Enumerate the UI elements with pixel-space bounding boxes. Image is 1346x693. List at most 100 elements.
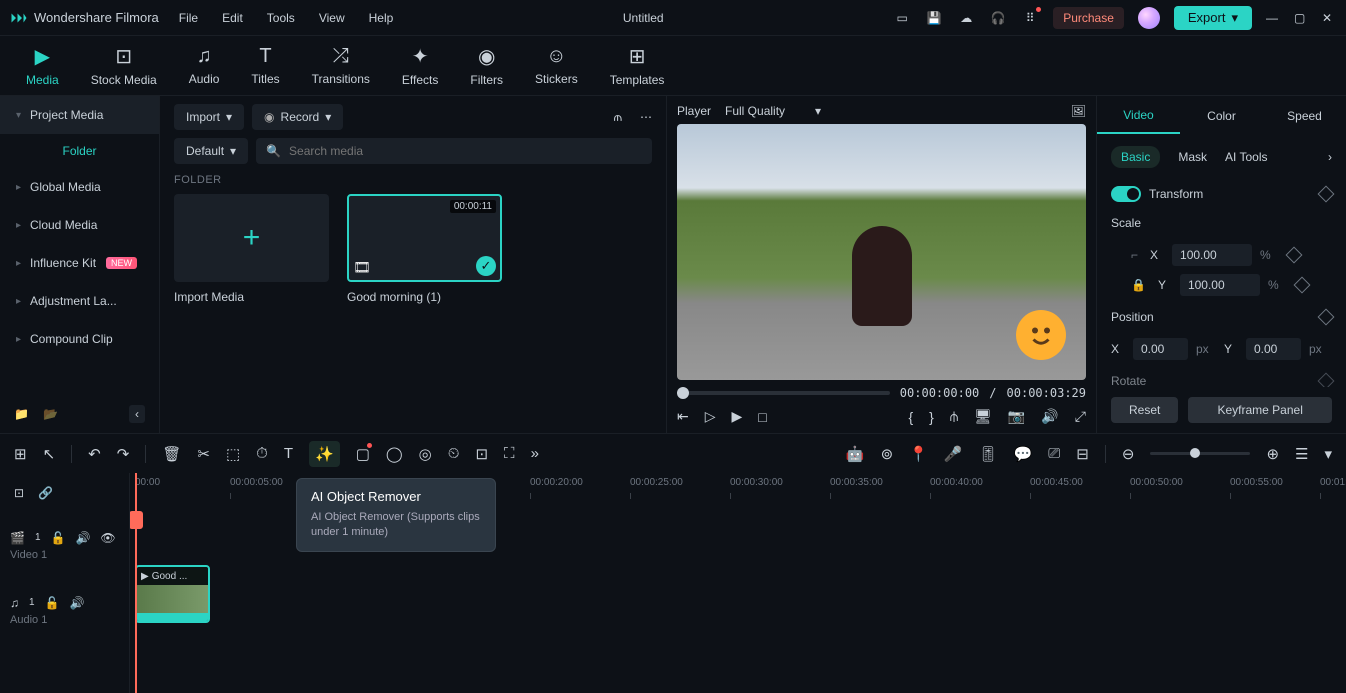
pos-x-input[interactable]	[1133, 338, 1188, 360]
sort-dropdown[interactable]: Default▾	[174, 138, 248, 164]
link-icon[interactable]: ⌐	[1131, 248, 1138, 262]
apps-icon[interactable]: ⠿	[1021, 9, 1039, 27]
display-icon[interactable]: 🖥	[974, 408, 992, 425]
tab-titles[interactable]: TTitles	[245, 41, 285, 90]
quality-dropdown[interactable]: Full Quality▾	[725, 104, 821, 118]
transform-toggle[interactable]	[1111, 186, 1141, 202]
tab-transitions[interactable]: ⤮Transitions	[306, 41, 376, 90]
menu-view[interactable]: View	[319, 11, 345, 25]
menu-edit[interactable]: Edit	[222, 11, 243, 25]
tab-filters[interactable]: ◉Filters	[464, 40, 509, 91]
purchase-button[interactable]: Purchase	[1053, 7, 1124, 29]
track1-icon[interactable]: ◯	[386, 445, 403, 463]
lock-icon[interactable]: 🔒	[1131, 278, 1146, 292]
fit-icon[interactable]: ⛶	[504, 445, 515, 462]
crop-icon[interactable]: ⬚	[226, 445, 240, 463]
tab-stock-media[interactable]: ⊡Stock Media	[85, 40, 163, 91]
track2-icon[interactable]: ◎	[419, 445, 432, 463]
keyframe-diamond-icon[interactable]	[1293, 277, 1310, 294]
close-icon[interactable]: ✕	[1322, 11, 1336, 25]
cursor-icon[interactable]: ↖	[43, 445, 56, 463]
sidebar-cloud-media[interactable]: ▸Cloud Media	[0, 206, 159, 244]
speed-icon[interactable]: ⏱	[256, 445, 268, 462]
marker-icon[interactable]: 📍	[909, 445, 928, 463]
maximize-icon[interactable]: ▢	[1294, 11, 1308, 25]
mixer-icon[interactable]: 🎚	[979, 445, 998, 463]
play-icon[interactable]: ▷	[705, 408, 716, 425]
text-icon[interactable]: T	[284, 445, 293, 462]
cloud-icon[interactable]: ☁	[957, 9, 975, 27]
headphones-icon[interactable]: 🎧	[989, 9, 1007, 27]
record-dropdown[interactable]: ◉Record▾	[252, 104, 343, 130]
prop-sub-mask[interactable]: Mask	[1178, 150, 1207, 164]
timeline-view-icon[interactable]: ☰	[1295, 445, 1308, 463]
export-button[interactable]: Export▾	[1174, 6, 1252, 30]
keyframe-diamond-icon[interactable]	[1318, 186, 1335, 203]
playback-slider[interactable]	[677, 391, 890, 395]
markers-icon[interactable]: ⫛	[950, 408, 958, 425]
eye-icon[interactable]: 👁	[100, 531, 115, 545]
import-dropdown[interactable]: Import▾	[174, 104, 244, 130]
prop-tab-color[interactable]: Color	[1180, 99, 1263, 133]
collapse-sidebar-icon[interactable]: ‹	[129, 405, 145, 423]
filter-icon[interactable]: ⫙	[614, 110, 622, 125]
mute-icon[interactable]: 🔊	[70, 596, 85, 610]
prop-sub-ai-tools[interactable]: AI Tools	[1225, 150, 1267, 164]
scale-x-input[interactable]	[1172, 244, 1252, 266]
zoom-out-icon[interactable]: ⊖	[1122, 445, 1135, 463]
zoom-slider[interactable]	[1150, 452, 1250, 455]
snapshot-icon[interactable]: 🖼	[1071, 104, 1086, 118]
timeline-options-icon[interactable]: ⊡	[14, 486, 24, 500]
sidebar-influence-kit[interactable]: ▸Influence KitNEW	[0, 244, 159, 282]
play-forward-icon[interactable]: ▶	[732, 408, 743, 425]
track3-icon[interactable]: ⊡	[475, 445, 488, 463]
sidebar-global-media[interactable]: ▸Global Media	[0, 168, 159, 206]
tab-media[interactable]: ▶Media	[20, 40, 65, 91]
minimize-icon[interactable]: —	[1266, 11, 1280, 25]
layout-icon[interactable]: ⊞	[14, 445, 27, 463]
volume-icon[interactable]: 🔊	[1041, 408, 1058, 425]
playhead[interactable]	[135, 473, 137, 693]
sidebar-compound-clip[interactable]: ▸Compound Clip	[0, 320, 159, 358]
undo-icon[interactable]: ↶	[88, 445, 101, 463]
prop-tab-video[interactable]: Video	[1097, 98, 1180, 134]
audio-track-header[interactable]: ♫1 🔓 🔊 Audio 1	[0, 578, 129, 643]
new-folder-icon[interactable]: 📁	[14, 407, 29, 421]
stop-icon[interactable]: □	[758, 409, 766, 425]
mark-out-icon[interactable]: }	[929, 409, 934, 425]
split-icon[interactable]: ✂	[197, 445, 210, 463]
delete-icon[interactable]: 🗑	[162, 445, 181, 463]
mute-icon[interactable]: 🔊	[75, 531, 90, 545]
chevron-right-icon[interactable]: ›	[1328, 150, 1332, 164]
timeline-settings-icon[interactable]: ▾	[1324, 445, 1332, 463]
prop-sub-basic[interactable]: Basic	[1111, 146, 1160, 168]
fullscreen-icon[interactable]: ⤢	[1075, 408, 1086, 425]
frame-icon[interactable]: ▢	[356, 445, 370, 463]
tab-stickers[interactable]: ☺Stickers	[529, 41, 584, 90]
keyframe-panel-button[interactable]: Keyframe Panel	[1188, 397, 1332, 423]
audio-track-lane[interactable]	[130, 628, 1346, 693]
redo-icon[interactable]: ↷	[117, 445, 130, 463]
search-media[interactable]: 🔍	[256, 138, 652, 164]
scale-y-input[interactable]	[1180, 274, 1260, 296]
save-icon[interactable]: 💾	[925, 9, 943, 27]
menu-tools[interactable]: Tools	[267, 11, 295, 25]
subtitle-icon[interactable]: 💬	[1014, 445, 1033, 463]
camera-icon[interactable]: 📷	[1008, 408, 1025, 425]
sidebar-adjustment-layer[interactable]: ▸Adjustment La...	[0, 282, 159, 320]
zoom-in-icon[interactable]: ⊕	[1266, 445, 1279, 463]
video-track-header[interactable]: 🎬1 🔓 🔊 👁 Video 1	[0, 513, 129, 578]
menu-help[interactable]: Help	[369, 11, 394, 25]
tab-templates[interactable]: ⊞Templates	[604, 40, 671, 91]
tool1-icon[interactable]: ⊚	[881, 445, 894, 463]
tab-audio[interactable]: ♫Audio	[183, 41, 226, 90]
keyframe-diamond-icon[interactable]	[1286, 247, 1303, 264]
mic-icon[interactable]: 🎤	[944, 445, 963, 463]
search-input[interactable]	[289, 144, 642, 158]
more-icon[interactable]: »	[531, 445, 539, 462]
new-bin-icon[interactable]: 📂	[43, 407, 58, 421]
sidebar-project-media[interactable]: ▾Project Media	[0, 96, 159, 134]
link-icon[interactable]: 🔗	[38, 486, 53, 500]
preview-viewport[interactable]	[677, 124, 1086, 380]
media-clip[interactable]: 00:00:11 🎞 ✓ Good morning (1)	[347, 194, 502, 304]
